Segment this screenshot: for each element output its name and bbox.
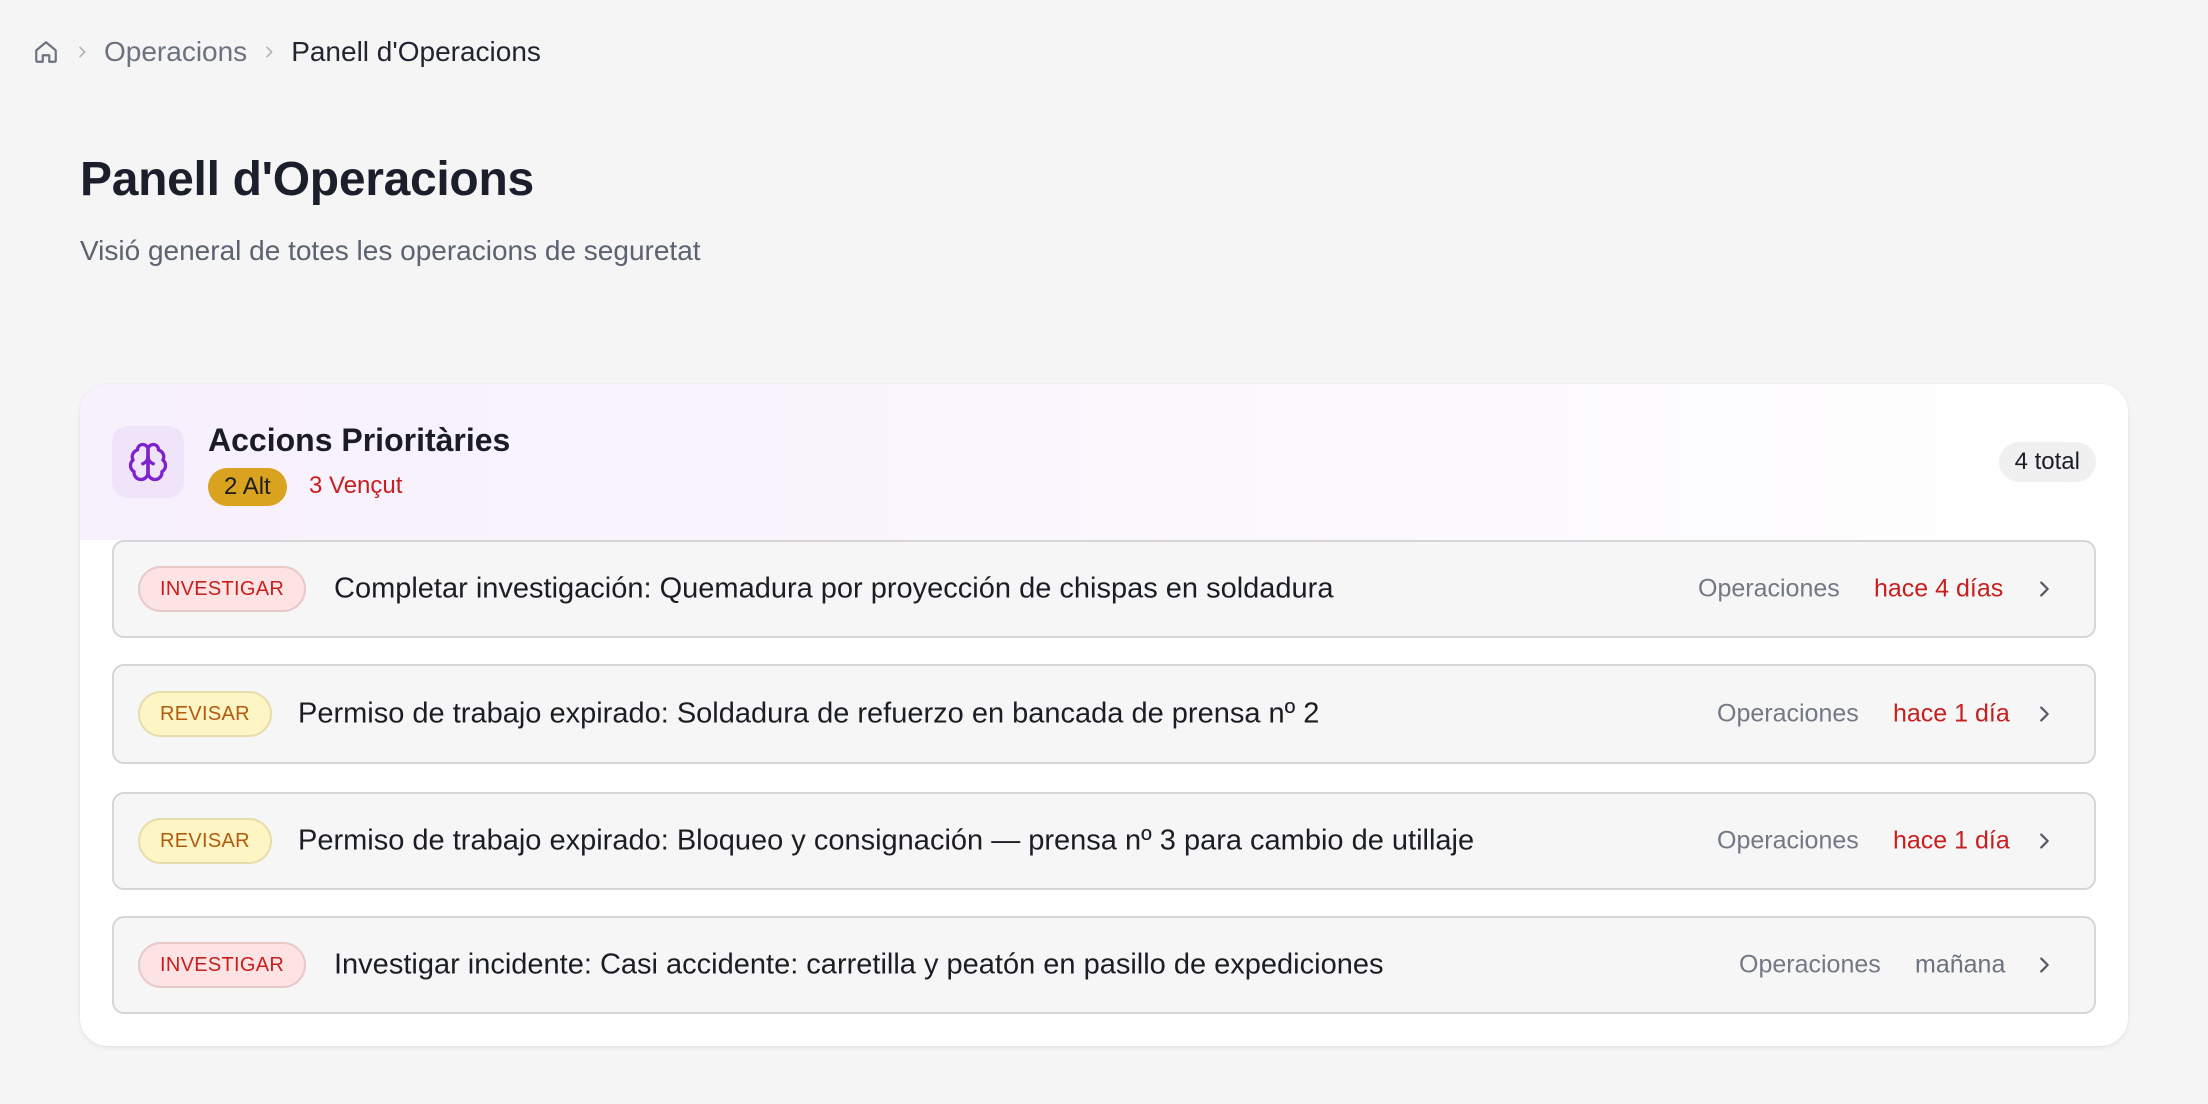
card-header: Accions Prioritàries 2 Alt 3 Vençut 4 to… (80, 384, 2128, 540)
chevron-right-icon (60, 44, 104, 60)
action-type-tag: REVISAR (138, 691, 272, 737)
action-row[interactable]: INVESTIGAR Investigar incidente: Casi ac… (112, 916, 2096, 1014)
chevron-right-icon[interactable] (2032, 702, 2056, 726)
action-type-tag: INVESTIGAR (138, 942, 307, 988)
action-type-tag: INVESTIGAR (138, 566, 307, 612)
card-title: Accions Prioritàries (208, 422, 511, 458)
action-title: Permiso de trabajo expirado: Bloqueo y c… (298, 824, 1475, 857)
action-type-tag: REVISAR (138, 818, 272, 864)
action-title: Permiso de trabajo expirado: Soldadura d… (298, 697, 1320, 730)
overdue-count: 3 Vençut (309, 472, 403, 499)
high-priority-badge: 2 Alt (208, 468, 287, 506)
action-department: Operaciones (1717, 699, 1859, 728)
priority-actions-card: Accions Prioritàries 2 Alt 3 Vençut 4 to… (80, 384, 2128, 1046)
action-due-date: hace 1 día (1893, 826, 2010, 855)
action-department: Operaciones (1739, 950, 1881, 979)
page-subtitle: Visió general de totes les operacions de… (80, 235, 701, 266)
action-row[interactable]: INVESTIGAR Completar investigación: Quem… (112, 540, 2096, 638)
action-due-date: mañana (1915, 950, 2006, 979)
chevron-right-icon[interactable] (2032, 829, 2056, 853)
chevron-right-icon[interactable] (2032, 577, 2056, 601)
breadcrumb-link-operacions[interactable]: Operacions (104, 36, 247, 68)
breadcrumb-current: Panell d'Operacions (291, 36, 541, 67)
action-due-date: hace 4 días (1874, 574, 2004, 603)
chevron-right-icon (247, 44, 291, 60)
action-department: Operaciones (1698, 574, 1840, 603)
action-due-date: hace 1 día (1893, 699, 2010, 728)
action-department: Operaciones (1717, 826, 1859, 855)
action-row[interactable]: REVISAR Permiso de trabajo expirado: Sol… (112, 664, 2096, 764)
total-count-badge: 4 total (1998, 442, 2096, 482)
action-title: Investigar incidente: Casi accidente: ca… (334, 948, 1384, 981)
brain-icon (112, 426, 184, 498)
chevron-right-icon[interactable] (2032, 953, 2056, 977)
action-title: Completar investigación: Quemadura por p… (334, 572, 1334, 605)
page-title: Panell d'Operacions (80, 153, 534, 206)
action-row[interactable]: REVISAR Permiso de trabajo expirado: Blo… (112, 792, 2096, 890)
breadcrumb: Operacions Panell d'Operacions (32, 34, 541, 70)
home-icon[interactable] (32, 38, 60, 66)
